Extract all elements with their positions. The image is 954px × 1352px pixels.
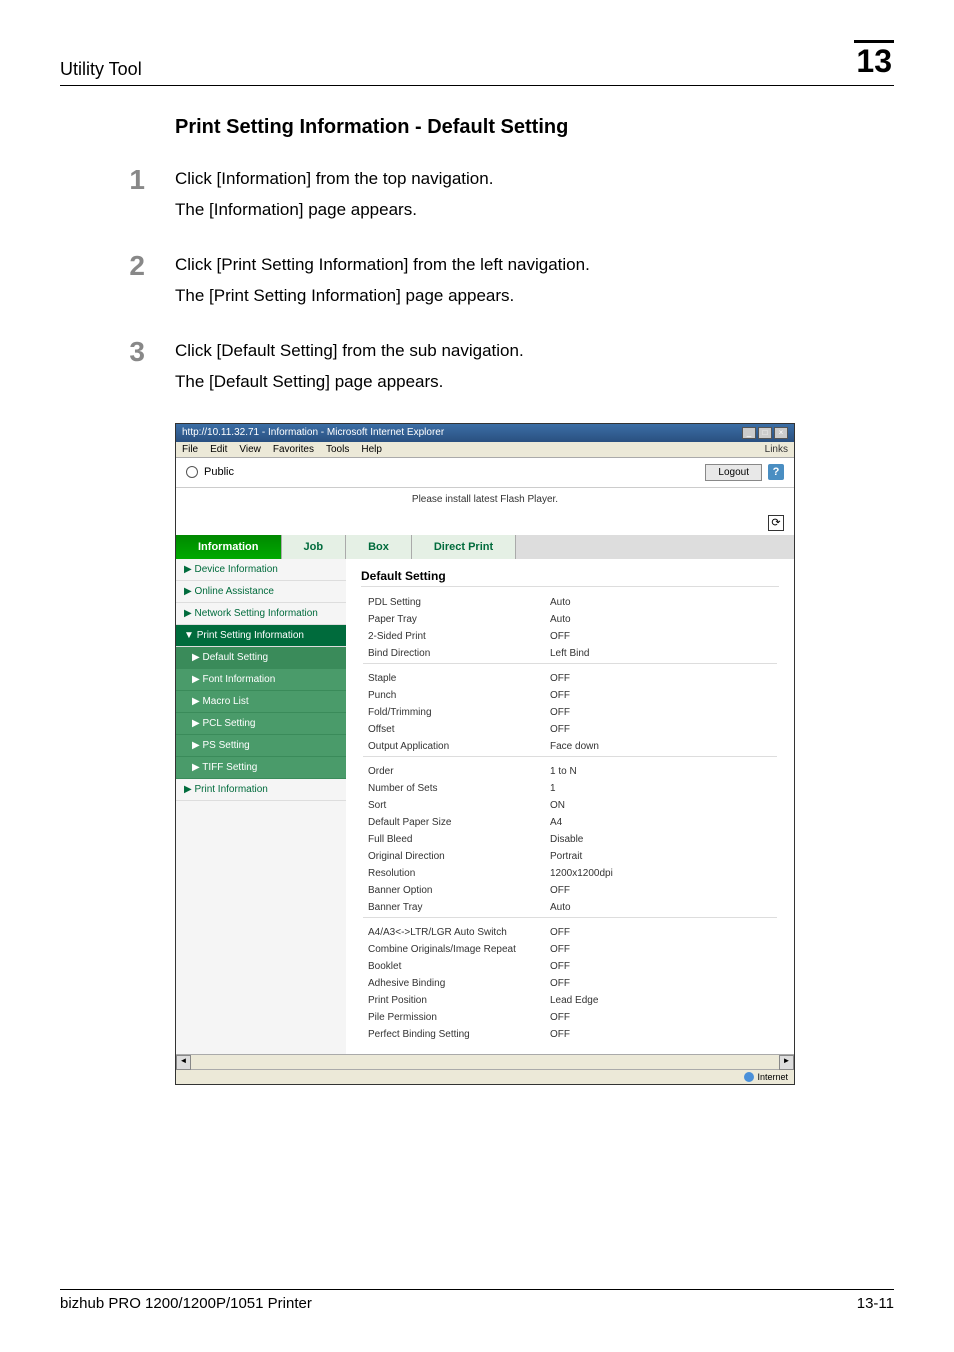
sidebar-print-info[interactable]: ▶ Print Information bbox=[176, 779, 346, 801]
setting-row: Default Paper SizeA4 bbox=[363, 815, 777, 830]
setting-row: Order1 to N bbox=[363, 764, 777, 779]
step-number: 3 bbox=[60, 336, 175, 397]
menu-edit[interactable]: Edit bbox=[210, 444, 227, 455]
menu-help[interactable]: Help bbox=[361, 444, 382, 455]
scroll-right-icon[interactable]: ► bbox=[779, 1055, 794, 1070]
settings-table: PDL SettingAuto Paper TrayAuto 2-Sided P… bbox=[361, 593, 779, 1044]
scroll-left-icon[interactable]: ◄ bbox=[176, 1055, 191, 1070]
step-2: 2 Click [Print Setting Information] from… bbox=[60, 250, 894, 311]
sidebar-font-info[interactable]: ▶ Font Information bbox=[176, 669, 346, 691]
menu-view[interactable]: View bbox=[239, 444, 261, 455]
header-title: Utility Tool bbox=[60, 59, 142, 80]
menu-favorites[interactable]: Favorites bbox=[273, 444, 314, 455]
user-info: Public bbox=[186, 466, 234, 478]
page-header: Utility Tool 13 bbox=[60, 40, 894, 86]
step-3: 3 Click [Default Setting] from the sub n… bbox=[60, 336, 894, 397]
setting-row: PDL SettingAuto bbox=[363, 595, 777, 610]
sidebar-pcl-setting[interactable]: ▶ PCL Setting bbox=[176, 713, 346, 735]
sidebar-online-assistance[interactable]: ▶ Online Assistance bbox=[176, 581, 346, 603]
content-title: Default Setting bbox=[361, 569, 779, 587]
section-title: Print Setting Information - Default Sett… bbox=[175, 116, 894, 139]
minimize-icon[interactable]: _ bbox=[742, 427, 756, 439]
setting-row: Print PositionLead Edge bbox=[363, 993, 777, 1008]
setting-row: Original DirectionPortrait bbox=[363, 849, 777, 864]
status-internet: Internet bbox=[744, 1072, 788, 1082]
setting-row: Combine Originals/Image RepeatOFF bbox=[363, 942, 777, 957]
logout-button[interactable]: Logout bbox=[705, 464, 762, 481]
setting-row: Resolution1200x1200dpi bbox=[363, 866, 777, 881]
nav-tabs: Information Job Box Direct Print bbox=[176, 535, 794, 559]
setting-row: Bind DirectionLeft Bind bbox=[363, 646, 777, 661]
menu-file[interactable]: File bbox=[182, 444, 198, 455]
user-icon bbox=[186, 466, 198, 478]
screenshot-container: http://10.11.32.71 - Information - Micro… bbox=[175, 423, 894, 1085]
app-top-bar: Public Logout ? bbox=[176, 458, 794, 488]
internet-icon bbox=[744, 1072, 754, 1082]
group-divider bbox=[363, 663, 777, 669]
step-number: 1 bbox=[60, 164, 175, 225]
setting-row: Adhesive BindingOFF bbox=[363, 976, 777, 991]
step-text: Click [Information] from the top navigat… bbox=[175, 164, 894, 225]
sidebar-macro-list[interactable]: ▶ Macro List bbox=[176, 691, 346, 713]
maximize-icon[interactable]: □ bbox=[758, 427, 772, 439]
setting-row: Number of Sets1 bbox=[363, 781, 777, 796]
setting-row: Fold/TrimmingOFF bbox=[363, 705, 777, 720]
step-text: Click [Print Setting Information] from t… bbox=[175, 250, 894, 311]
page-footer: bizhub PRO 1200/1200P/1051 Printer 13-11 bbox=[60, 1289, 894, 1312]
browser-status-bar: Internet bbox=[176, 1069, 794, 1084]
setting-row: Perfect Binding SettingOFF bbox=[363, 1027, 777, 1042]
group-divider bbox=[363, 756, 777, 762]
sidebar-tiff-setting[interactable]: ▶ TIFF Setting bbox=[176, 757, 346, 779]
sidebar-device-info[interactable]: ▶ Device Information bbox=[176, 559, 346, 581]
menu-tools[interactable]: Tools bbox=[326, 444, 349, 455]
refresh-container: ⟳ bbox=[176, 511, 794, 535]
sidebar-ps-setting[interactable]: ▶ PS Setting bbox=[176, 735, 346, 757]
footer-left: bizhub PRO 1200/1200P/1051 Printer bbox=[60, 1295, 312, 1312]
step-1: 1 Click [Information] from the top navig… bbox=[60, 164, 894, 225]
tab-job[interactable]: Job bbox=[282, 535, 347, 559]
setting-row: Output ApplicationFace down bbox=[363, 739, 777, 754]
tab-direct-print[interactable]: Direct Print bbox=[412, 535, 516, 559]
browser-window: http://10.11.32.71 - Information - Micro… bbox=[175, 423, 795, 1085]
setting-row: A4/A3<->LTR/LGR Auto SwitchOFF bbox=[363, 925, 777, 940]
setting-row: SortON bbox=[363, 798, 777, 813]
help-icon[interactable]: ? bbox=[768, 464, 784, 480]
links-label[interactable]: Links bbox=[765, 444, 788, 455]
close-icon[interactable]: × bbox=[774, 427, 788, 439]
footer-right: 13-11 bbox=[857, 1295, 894, 1312]
sidebar: ▶ Device Information ▶ Online Assistance… bbox=[176, 559, 346, 1054]
flash-message: Please install latest Flash Player. bbox=[176, 488, 794, 511]
setting-row: OffsetOFF bbox=[363, 722, 777, 737]
browser-title: http://10.11.32.71 - Information - Micro… bbox=[182, 427, 444, 438]
setting-row: 2-Sided PrintOFF bbox=[363, 629, 777, 644]
refresh-icon[interactable]: ⟳ bbox=[768, 515, 784, 531]
window-controls: _ □ × bbox=[742, 427, 788, 439]
sidebar-print-setting[interactable]: ▼ Print Setting Information bbox=[176, 625, 346, 647]
sidebar-network-setting[interactable]: ▶ Network Setting Information bbox=[176, 603, 346, 625]
horizontal-scrollbar[interactable]: ◄ ► bbox=[176, 1054, 794, 1069]
step-text: Click [Default Setting] from the sub nav… bbox=[175, 336, 894, 397]
setting-row: Pile PermissionOFF bbox=[363, 1010, 777, 1025]
setting-row: Banner TrayAuto bbox=[363, 900, 777, 915]
menu-items: File Edit View Favorites Tools Help bbox=[182, 444, 382, 455]
chapter-number: 13 bbox=[854, 40, 894, 80]
setting-row: BookletOFF bbox=[363, 959, 777, 974]
main-content: Default Setting PDL SettingAuto Paper Tr… bbox=[346, 559, 794, 1054]
setting-row: StapleOFF bbox=[363, 671, 777, 686]
user-name: Public bbox=[204, 466, 234, 478]
setting-row: Paper TrayAuto bbox=[363, 612, 777, 627]
setting-row: Full BleedDisable bbox=[363, 832, 777, 847]
tab-information[interactable]: Information bbox=[176, 535, 282, 559]
sidebar-default-setting[interactable]: ▶ Default Setting bbox=[176, 647, 346, 669]
browser-menu-bar: File Edit View Favorites Tools Help Link… bbox=[176, 442, 794, 458]
group-divider bbox=[363, 917, 777, 923]
tab-box[interactable]: Box bbox=[346, 535, 412, 559]
browser-title-bar: http://10.11.32.71 - Information - Micro… bbox=[176, 424, 794, 442]
step-number: 2 bbox=[60, 250, 175, 311]
content-area: ▶ Device Information ▶ Online Assistance… bbox=[176, 559, 794, 1054]
setting-row: PunchOFF bbox=[363, 688, 777, 703]
setting-row: Banner OptionOFF bbox=[363, 883, 777, 898]
